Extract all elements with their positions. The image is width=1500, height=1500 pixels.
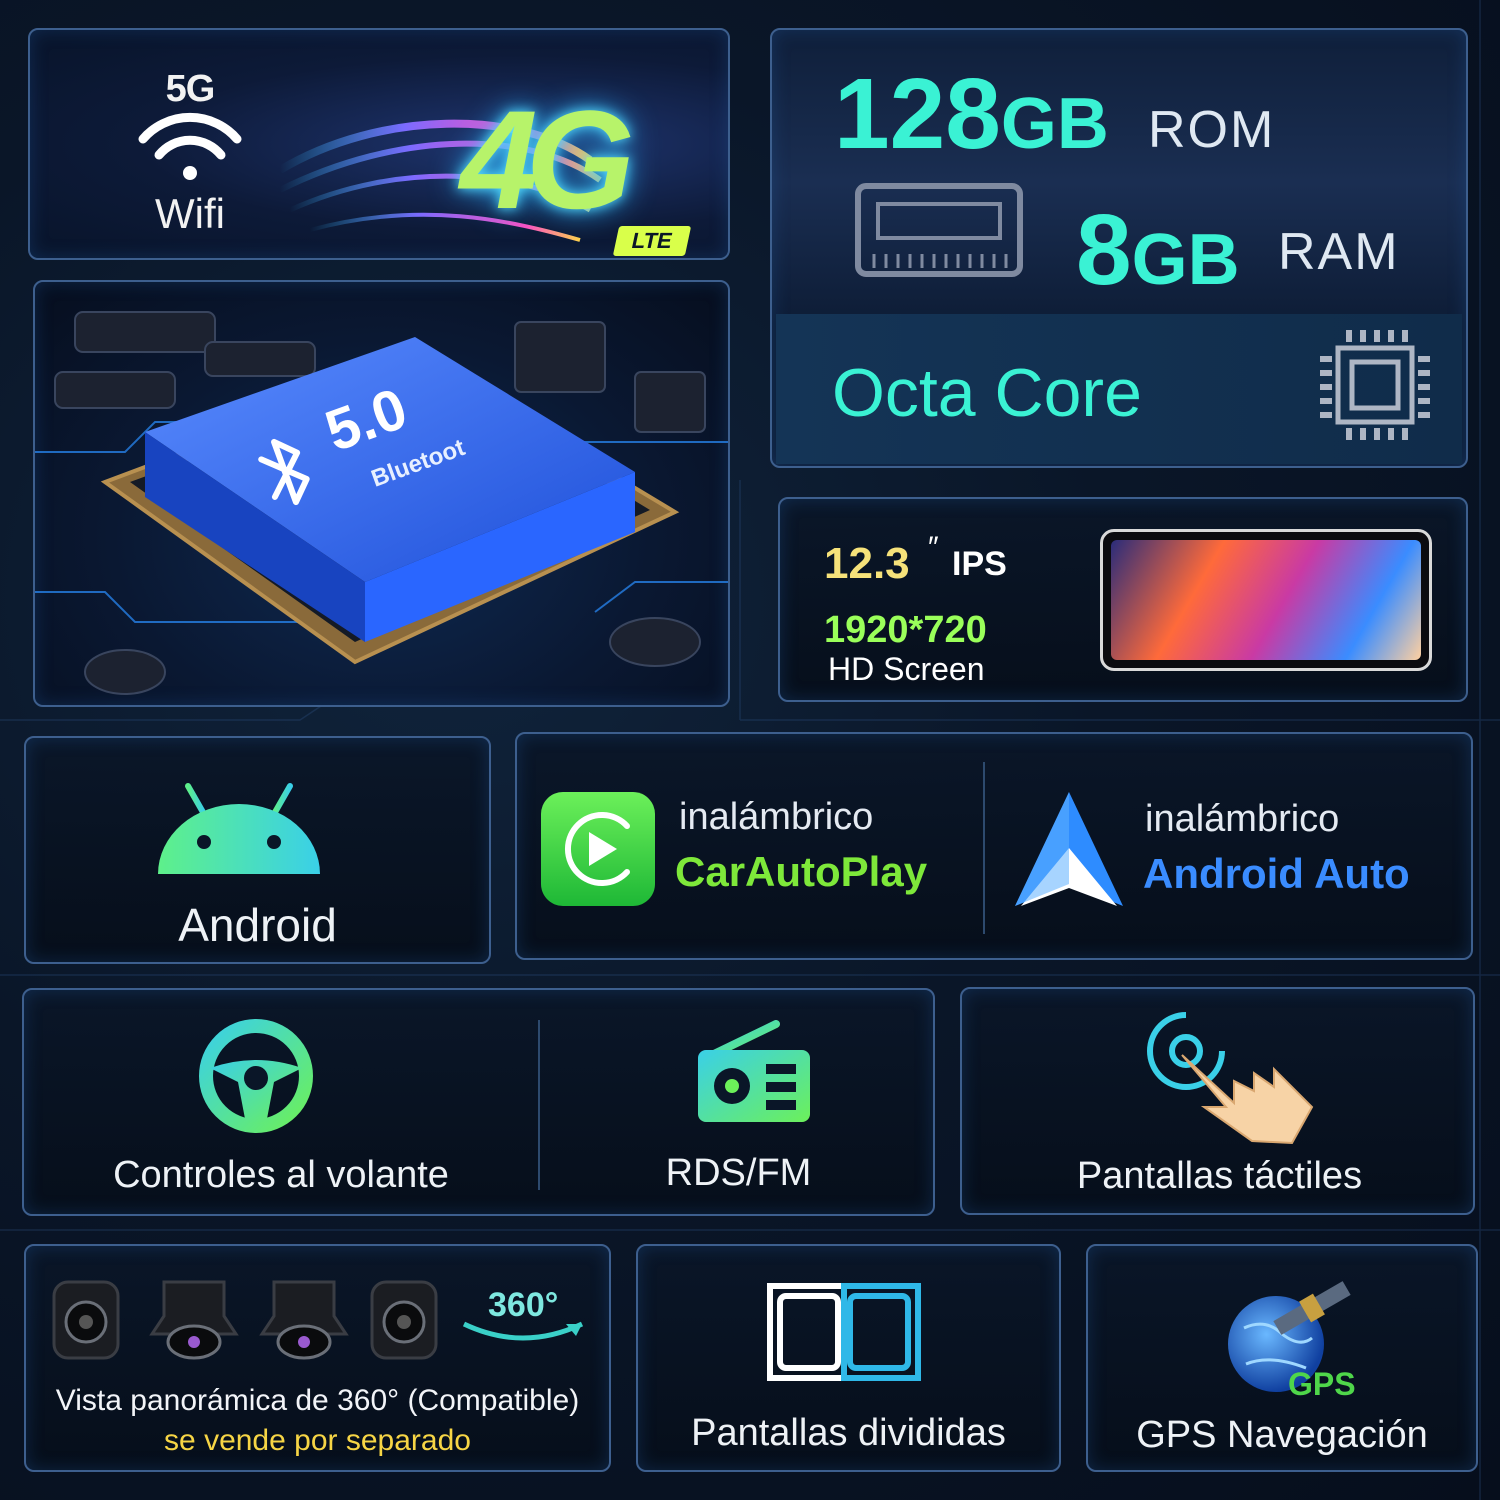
carplay-name: CarAutoPlay <box>675 848 928 895</box>
wifi-icon <box>138 113 242 180</box>
rom-unit: GB <box>1000 84 1109 164</box>
ram-chip-icon <box>855 183 1023 277</box>
octa-core-band: Octa Core <box>776 314 1462 464</box>
carplay-icon <box>541 792 655 906</box>
ram-value: 8GB <box>1076 200 1240 300</box>
screen-panel: 12.3 ″ IPS 1920*720 HD Screen <box>778 497 1468 702</box>
gps-tag: GPS <box>1288 1366 1356 1402</box>
screen-resolution: 1920*720 <box>824 609 987 651</box>
panel-type: IPS <box>952 545 1007 583</box>
rotate-360-icon <box>462 1321 584 1341</box>
android-auto-name: Android Auto <box>1143 850 1410 897</box>
android-icon <box>158 783 320 874</box>
touch-hand-icon <box>1147 1012 1314 1145</box>
split-label: Pantallas divididas <box>691 1412 1006 1454</box>
cellular-4g-label: 4G <box>460 81 635 238</box>
carplay-sub: inalámbrico <box>679 796 874 838</box>
steering-label: Controles al volante <box>113 1154 449 1196</box>
camera-group <box>52 1280 438 1360</box>
android-auto-sub: inalámbrico <box>1145 798 1340 840</box>
bluetooth-panel: 5.0 Bluetoot <box>33 280 730 707</box>
ram-unit: GB <box>1131 220 1240 300</box>
steering-wheel-icon <box>199 1019 313 1133</box>
gps-label: GPS Navegación <box>1136 1414 1428 1456</box>
cpu-label: Octa Core <box>832 355 1142 431</box>
features-panel: Controles al volante RDS/FM <box>22 988 935 1216</box>
rom-value: 128GB <box>834 64 1109 164</box>
panorama-label: Vista panorámica de 360° (Compatible) <box>55 1384 580 1417</box>
screen-size-value: 12.3 <box>824 539 910 588</box>
radio-label: RDS/FM <box>665 1152 812 1194</box>
wireless-projection-panel: inalámbrico CarAutoPlay inalámbrico Andr… <box>515 732 1473 960</box>
wifi-block: 5G Wifi <box>120 68 260 238</box>
hd-screen-label: HD Screen <box>828 651 985 687</box>
panorama-note: se vende por separado <box>164 1424 471 1457</box>
rom-label: ROM <box>1148 101 1276 159</box>
inch-mark: ″ <box>928 531 939 564</box>
rom-number: 128 <box>834 58 1001 170</box>
projection-divider <box>983 762 985 934</box>
wifi-label: Wifi <box>155 190 225 237</box>
split-screen-icon <box>767 1283 921 1381</box>
touchscreen-panel: Pantallas táctiles <box>960 987 1475 1215</box>
ram-label: RAM <box>1278 223 1400 281</box>
screen-size: 12.3 <box>824 539 910 589</box>
split-screen-panel: Pantallas divididas <box>636 1244 1061 1472</box>
memory-panel: 128GB ROM 8GB RAM Octa Core <box>770 28 1468 468</box>
screen-device-image <box>1100 529 1432 671</box>
touch-label: Pantallas táctiles <box>1076 1155 1363 1197</box>
ram-number: 8 <box>1076 194 1132 306</box>
android-panel: Android <box>24 736 491 964</box>
radio-icon <box>698 1020 810 1122</box>
android-label: Android <box>178 899 337 951</box>
cpu-icon <box>1320 330 1430 440</box>
lte-badge: LTE <box>612 226 692 256</box>
screen-wallpaper <box>1111 540 1421 660</box>
wifi-5g-label: 5G <box>165 68 216 110</box>
camera-icon <box>52 1280 120 1360</box>
gps-panel: GPS GPS Navegación <box>1086 1244 1478 1472</box>
connectivity-panel: 5G Wifi 4G LTE <box>28 28 730 260</box>
panoramic-panel: 360° Vista panorámica de 360° (Compatibl… <box>24 1244 611 1472</box>
bluetooth-chip-icon: 5.0 Bluetoot <box>35 311 728 695</box>
android-auto-icon <box>1015 792 1123 906</box>
